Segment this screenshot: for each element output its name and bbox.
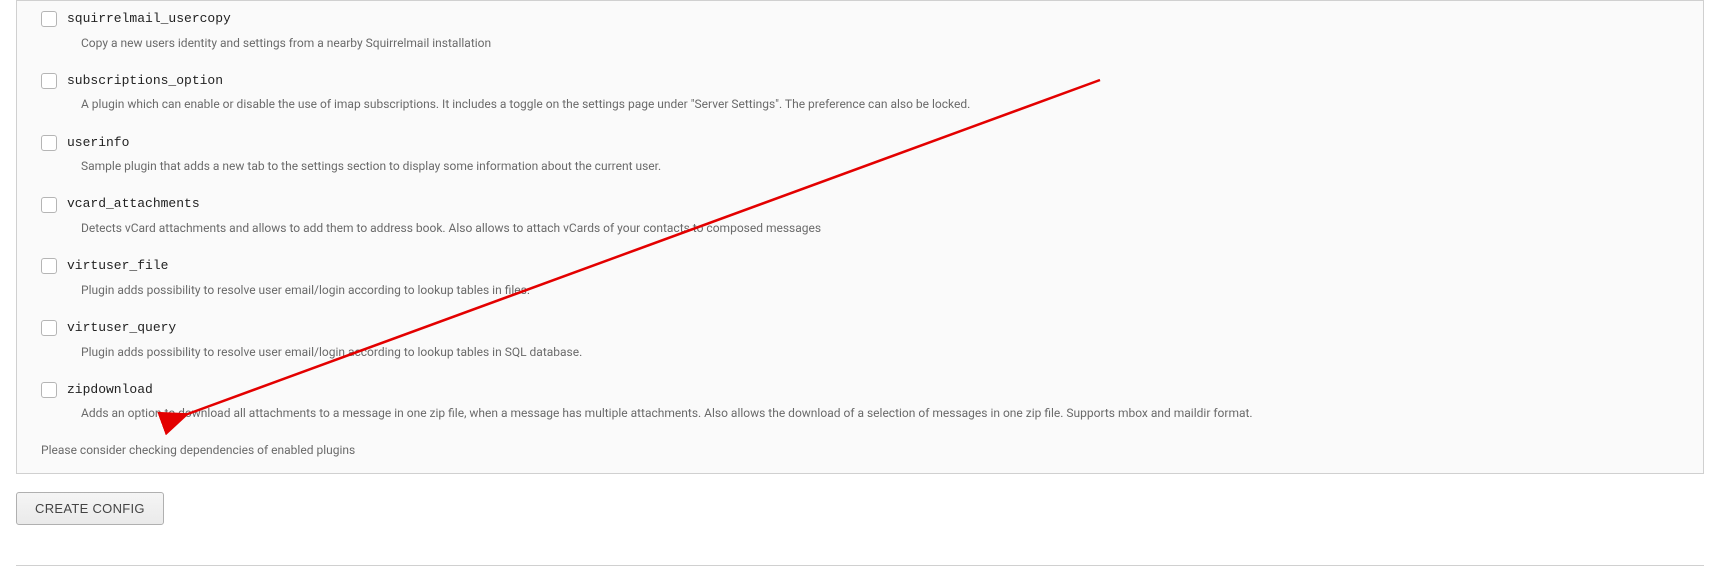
plugin-name: subscriptions_option <box>67 67 223 96</box>
plugin-name: squirrelmail_usercopy <box>67 5 231 34</box>
plugin-checkbox-virtuser_file[interactable] <box>41 258 57 274</box>
plugin-panel: squirrelmail_usercopy Copy a new users i… <box>16 0 1704 474</box>
plugin-checkbox-virtuser_query[interactable] <box>41 320 57 336</box>
plugin-item: virtuser_file Plugin adds possibility to… <box>17 248 1703 310</box>
button-row: CREATE CONFIG <box>8 474 1712 553</box>
plugin-name: virtuser_file <box>67 252 168 281</box>
plugin-header: virtuser_file <box>41 248 1689 281</box>
plugin-header: subscriptions_option <box>41 63 1689 96</box>
plugin-checkbox-subscriptions_option[interactable] <box>41 73 57 89</box>
plugin-checkbox-vcard_attachments[interactable] <box>41 197 57 213</box>
plugin-item: zipdownload Adds an option to download a… <box>17 372 1703 434</box>
plugin-item: subscriptions_option A plugin which can … <box>17 63 1703 125</box>
plugin-name: zipdownload <box>67 376 153 405</box>
plugin-checkbox-zipdownload[interactable] <box>41 382 57 398</box>
footer-divider <box>16 565 1704 577</box>
plugin-desc: Plugin adds possibility to resolve user … <box>41 343 1689 362</box>
plugin-header: vcard_attachments <box>41 186 1689 219</box>
plugin-name: vcard_attachments <box>67 190 200 219</box>
plugin-checkbox-squirrelmail_usercopy[interactable] <box>41 11 57 27</box>
plugin-header: zipdownload <box>41 372 1689 405</box>
plugin-desc: Detects vCard attachments and allows to … <box>41 219 1689 238</box>
plugin-desc: A plugin which can enable or disable the… <box>41 95 1689 114</box>
dependency-note: Please consider checking dependencies of… <box>17 433 1703 473</box>
plugin-header: userinfo <box>41 125 1689 158</box>
plugin-item: userinfo Sample plugin that adds a new t… <box>17 125 1703 187</box>
plugin-header: squirrelmail_usercopy <box>41 1 1689 34</box>
plugin-item: virtuser_query Plugin adds possibility t… <box>17 310 1703 372</box>
plugin-desc: Plugin adds possibility to resolve user … <box>41 281 1689 300</box>
plugin-header: virtuser_query <box>41 310 1689 343</box>
plugin-desc: Copy a new users identity and settings f… <box>41 34 1689 53</box>
plugin-desc: Adds an option to download all attachmen… <box>41 404 1689 423</box>
plugin-desc: Sample plugin that adds a new tab to the… <box>41 157 1689 176</box>
plugin-name: userinfo <box>67 129 129 158</box>
plugin-name: virtuser_query <box>67 314 176 343</box>
create-config-button[interactable]: CREATE CONFIG <box>16 492 164 525</box>
plugin-item: squirrelmail_usercopy Copy a new users i… <box>17 1 1703 63</box>
plugin-checkbox-userinfo[interactable] <box>41 135 57 151</box>
plugin-item: vcard_attachments Detects vCard attachme… <box>17 186 1703 248</box>
